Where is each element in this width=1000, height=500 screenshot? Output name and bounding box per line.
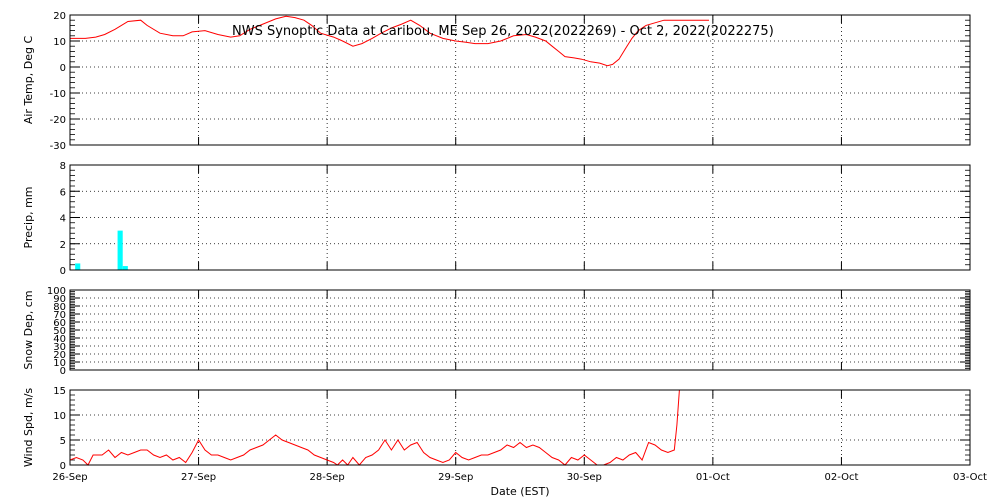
x-tick-label: 03-Oct [953,472,987,483]
y-tick-label: 2 [60,240,66,251]
y-tick-label: 10 [53,37,66,48]
precip-bar [117,230,123,270]
y-tick-label: 0 [60,266,66,277]
y-tick-label: 5 [60,436,66,447]
y-tick-label: -30 [50,141,66,152]
y-axis-label: Air Temp, Deg C [22,36,35,125]
y-tick-label: -10 [50,89,66,100]
x-tick-label: 29-Sep [438,472,473,483]
y-tick-label: 8 [60,161,66,172]
precip-bar [75,263,81,270]
precip-bar [122,266,128,270]
x-tick-label: 01-Oct [696,472,730,483]
x-tick-label: 30-Sep [567,472,602,483]
y-axis-label: Precip, mm [22,187,35,249]
x-tick-label: 27-Sep [181,472,216,483]
x-tick-label: 02-Oct [824,472,858,483]
y-tick-label: 20 [53,11,66,22]
y-tick-label: -20 [50,115,66,126]
y-tick-label: 0 [60,461,66,472]
y-tick-label: 15 [53,386,66,397]
x-tick-label: 28-Sep [310,472,345,483]
y-tick-label: 4 [60,214,66,225]
y-tick-label: 10 [53,411,66,422]
y-axis-label: Snow Dep, cm [22,290,35,369]
chart-background [0,0,1000,500]
y-axis-label: Wind Spd, m/s [22,388,35,468]
y-tick-label: 100 [47,286,66,297]
chart-title: NWS Synoptic Data at Caribou, ME Sep 26,… [232,24,774,39]
x-axis-label: Date (EST) [490,485,549,498]
synoptic-chart: -30 -20 -10 0 10 20 Air Temp, Deg C 0 2 4 6 8 Precip… [0,0,1000,500]
y-tick-label: 0 [60,63,66,74]
y-tick-label: 6 [60,187,66,198]
x-tick-label: 26-Sep [52,472,87,483]
